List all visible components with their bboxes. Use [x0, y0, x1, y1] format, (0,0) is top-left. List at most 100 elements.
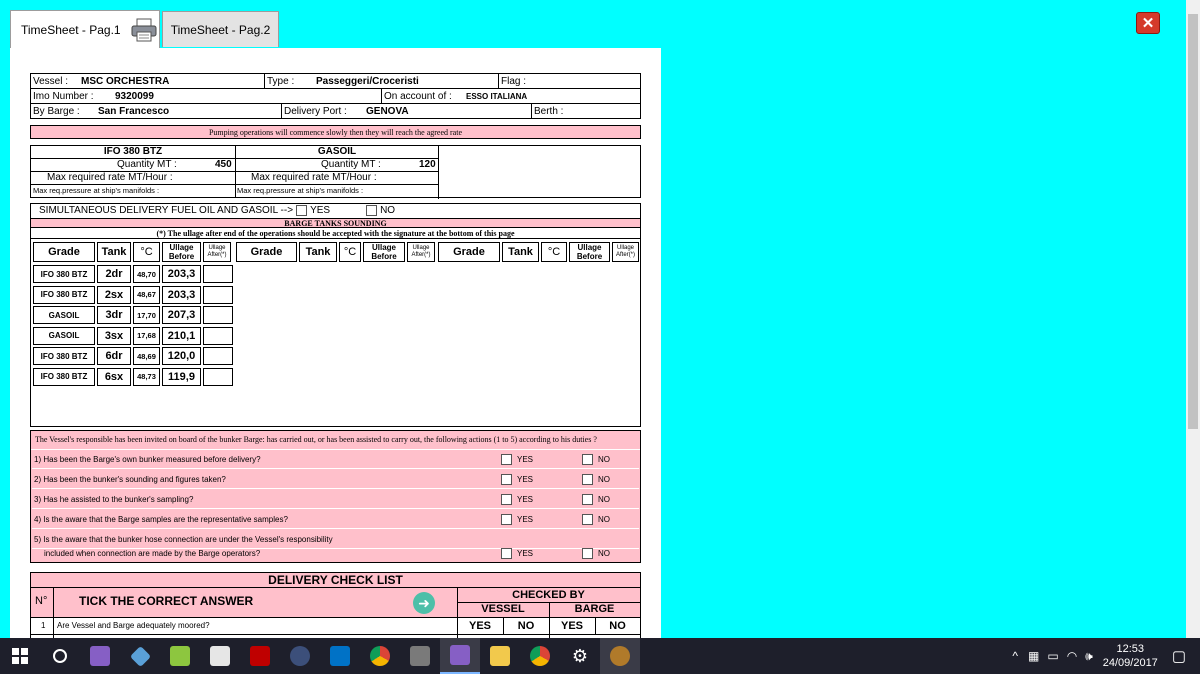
start-button[interactable]	[0, 638, 40, 674]
account-label: On account of :	[384, 90, 452, 102]
account-value: ESSO ITALIANA	[466, 91, 528, 101]
yes-checkbox[interactable]	[501, 514, 512, 525]
ullage-after-cell[interactable]	[203, 367, 233, 386]
yes-checkbox[interactable]	[501, 548, 512, 559]
no-checkbox[interactable]	[582, 548, 593, 559]
no-checkbox[interactable]	[582, 474, 593, 485]
no-checkbox[interactable]	[582, 494, 593, 505]
yes-checkbox[interactable]	[501, 494, 512, 505]
simultaneous-no-checkbox[interactable]	[366, 205, 378, 216]
temp-cell: 17,68	[133, 326, 160, 345]
barge-no-option[interactable]: NO	[595, 620, 640, 632]
answer-yes: YES	[501, 494, 533, 505]
timesheet-page: Vessel : MSC ORCHESTRA Type : Passeggeri…	[10, 48, 661, 652]
quantity-label: Quantity MT :	[321, 159, 381, 170]
outlook-taskbar-icon[interactable]	[320, 638, 360, 674]
visual-studio-taskbar-icon[interactable]	[80, 638, 120, 674]
notifications-icon[interactable]: ▢	[1172, 647, 1186, 665]
yes-label: YES	[517, 475, 534, 484]
tank-cell: 2sx	[97, 285, 131, 304]
port-value: GENOVA	[366, 106, 409, 117]
simultaneous-yes-checkbox[interactable]	[296, 205, 308, 216]
bunker-app-taskbar-icon[interactable]	[600, 638, 640, 674]
yes-label: YES	[517, 455, 534, 464]
ullage-after-header: Ullage After(*)	[407, 242, 435, 262]
barge-yes-option[interactable]: YES	[549, 620, 595, 632]
filezilla-taskbar-icon[interactable]	[240, 638, 280, 674]
vessel-header: VESSEL	[481, 603, 525, 615]
question-row: 4) Is the aware that the Barge samples a…	[32, 510, 639, 529]
visual-studio-active-taskbar-icon[interactable]	[440, 638, 480, 674]
answer-no: NO	[582, 514, 610, 525]
ullage-after-cell[interactable]	[203, 285, 233, 304]
flag-label: Flag :	[501, 75, 527, 87]
ullage-before-cell: 120,0	[162, 347, 201, 365]
file-explorer-taskbar-icon[interactable]	[480, 638, 520, 674]
close-button[interactable]: ✕	[1136, 12, 1160, 34]
search-circle-icon	[53, 649, 67, 663]
ullage-after-cell[interactable]	[203, 326, 233, 345]
imo-label: Imo Number :	[33, 90, 94, 102]
quantity-label: Quantity MT :	[117, 159, 177, 170]
volume-icon[interactable]: 🕪	[1085, 649, 1093, 664]
answer-yes: YES	[501, 454, 533, 465]
sounding-title: BARGE TANKS SOUNDING	[31, 218, 640, 228]
products-box: IFO 380 BTZ Quantity MT : 450 Max requir…	[30, 145, 641, 199]
chrome-taskbar-icon-2[interactable]	[520, 638, 560, 674]
question-text: 4) Is the aware that the Barge samples a…	[34, 514, 288, 524]
wifi-icon[interactable]: ◠	[1067, 649, 1077, 663]
chevron-up-icon[interactable]: ^	[1012, 649, 1018, 663]
yes-label: YES	[517, 515, 534, 524]
tank-header: Tank	[97, 242, 131, 262]
clock[interactable]: 12:53 24/09/2017	[1103, 642, 1158, 670]
ullage-before-header: Ullage Before	[162, 242, 201, 262]
answer-no: NO	[582, 474, 610, 485]
question-text: 5) Is the aware that the bunker hose con…	[34, 534, 333, 544]
ullage-after-cell[interactable]	[203, 306, 233, 324]
sounding-note: (*) The ullage after end of the operatio…	[156, 229, 515, 238]
vessel-no-option[interactable]: NO	[503, 620, 549, 632]
no-checkbox[interactable]	[582, 514, 593, 525]
grade-header: Grade	[33, 242, 95, 262]
tab-label: TimeSheet - Pag.2	[170, 22, 271, 37]
temp-header: °C	[133, 242, 160, 262]
vertical-scrollbar[interactable]	[1186, 0, 1200, 638]
notepad-taskbar-icon[interactable]	[160, 638, 200, 674]
temp-cell: 17,70	[133, 306, 160, 324]
temp-header: °C	[339, 242, 361, 262]
ullage-after-header: Ullage After(*)	[203, 242, 231, 262]
no-label: NO	[598, 549, 610, 558]
vpn-taskbar-icon[interactable]	[280, 638, 320, 674]
questions-intro: The Vessel's responsible has been invite…	[35, 435, 597, 444]
question-text: 3) Has he assisted to the bunker's sampl…	[34, 494, 194, 504]
tab-timesheet-page-1[interactable]: TimeSheet - Pag.1	[10, 10, 160, 48]
battery-icon[interactable]: ▭	[1047, 649, 1058, 663]
quantity-value: 450	[215, 159, 232, 170]
tab-timesheet-page-2[interactable]: TimeSheet - Pag.2	[162, 11, 279, 47]
no-checkbox[interactable]	[582, 454, 593, 465]
vessel-yes-option[interactable]: YES	[457, 620, 503, 632]
yes-checkbox[interactable]	[501, 454, 512, 465]
question-text: included when connection are made by the…	[44, 549, 261, 558]
printer-icon[interactable]	[129, 17, 159, 43]
calculator-taskbar-icon[interactable]	[200, 638, 240, 674]
no-label: NO	[598, 455, 610, 464]
settings-taskbar-icon[interactable]: ⚙	[560, 638, 600, 674]
checklist-row: 1 Are Vessel and Barge adequately moored…	[31, 618, 640, 635]
chrome-taskbar-icon[interactable]	[360, 638, 400, 674]
tools-taskbar-icon[interactable]	[400, 638, 440, 674]
temp-cell: 48,73	[133, 367, 160, 386]
cube-app-taskbar-icon[interactable]	[120, 638, 160, 674]
network-icon[interactable]: ▦	[1028, 649, 1039, 663]
cortana-button[interactable]	[40, 638, 80, 674]
no-label: NO	[380, 205, 396, 216]
ullage-after-cell[interactable]	[203, 347, 233, 365]
tank-cell: 6dr	[97, 347, 131, 365]
arrow-right-icon[interactable]: ➜	[413, 592, 435, 614]
grade-cell: IFO 380 BTZ	[33, 265, 95, 283]
yes-label: YES	[310, 205, 331, 216]
yes-checkbox[interactable]	[501, 474, 512, 485]
grade-header: Grade	[438, 242, 500, 262]
ullage-after-cell[interactable]	[203, 265, 233, 283]
scrollbar-thumb[interactable]	[1188, 14, 1198, 429]
